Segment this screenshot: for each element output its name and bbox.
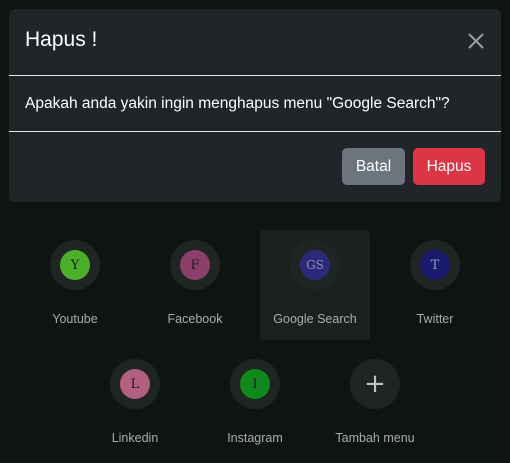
shortcut-google-search[interactable]: GS Google Search — [260, 230, 370, 340]
shortcut-icon-circle: F — [170, 240, 220, 290]
shortcut-instagram[interactable]: I Instagram — [200, 349, 310, 459]
modal-header: Hapus ! — [9, 9, 501, 76]
instagram-avatar-icon: I — [240, 369, 270, 399]
shortcut-twitter[interactable]: T Twitter — [380, 230, 490, 340]
close-icon — [468, 33, 484, 49]
shortcut-icon-circle: + — [350, 359, 400, 409]
delete-confirm-modal: Hapus ! Apakah anda yakin ingin menghapu… — [9, 9, 501, 202]
delete-button[interactable]: Hapus — [413, 148, 485, 185]
shortcut-label: Instagram — [227, 431, 283, 445]
cancel-button[interactable]: Batal — [342, 148, 405, 185]
facebook-avatar-icon: F — [180, 250, 210, 280]
linkedin-avatar-icon: L — [120, 369, 150, 399]
modal-title: Hapus ! — [25, 28, 98, 51]
modal-body: Apakah anda yakin ingin menghapus menu "… — [9, 76, 501, 132]
shortcut-icon-circle: I — [230, 359, 280, 409]
page: Hapus ! Apakah anda yakin ingin menghapu… — [0, 0, 510, 463]
twitter-avatar-icon: T — [420, 250, 450, 280]
modal-message: Apakah anda yakin ingin menghapus menu "… — [25, 95, 450, 112]
shortcut-label: Twitter — [416, 312, 454, 326]
close-button[interactable] — [465, 30, 487, 52]
add-menu-label: Tambah menu — [335, 431, 415, 445]
shortcut-icon-circle: T — [410, 240, 460, 290]
shortcut-icon-circle: GS — [290, 240, 340, 290]
shortcut-facebook[interactable]: F Facebook — [140, 230, 250, 340]
modal-footer: Batal Hapus — [9, 132, 501, 202]
shortcut-linkedin[interactable]: L Linkedin — [80, 349, 190, 459]
plus-icon: + — [364, 369, 386, 399]
shortcut-label: Google Search — [273, 312, 357, 326]
shortcut-icon-circle: Y — [50, 240, 100, 290]
shortcut-icon-circle: L — [110, 359, 160, 409]
add-menu-button[interactable]: + Tambah menu — [320, 349, 430, 459]
shortcut-youtube[interactable]: Y Youtube — [20, 230, 130, 340]
shortcut-label: Linkedin — [111, 431, 159, 445]
shortcut-label: Facebook — [167, 312, 223, 326]
youtube-avatar-icon: Y — [60, 250, 90, 280]
shortcut-label: Youtube — [52, 312, 98, 326]
google-search-avatar-icon: GS — [300, 250, 330, 280]
